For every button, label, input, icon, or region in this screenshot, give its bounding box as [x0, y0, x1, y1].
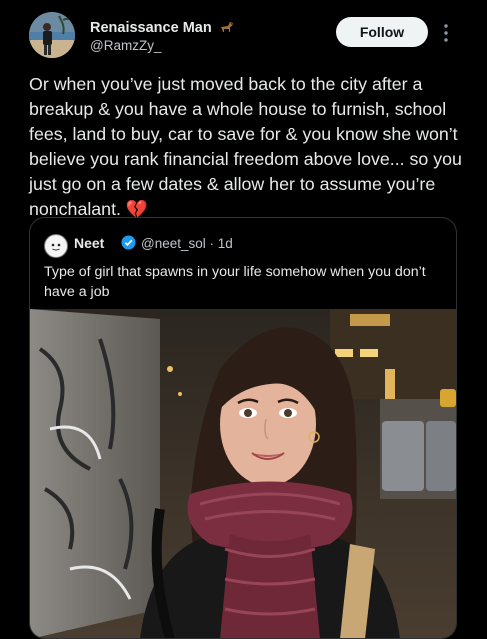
quoted-post-photo[interactable]	[30, 309, 456, 638]
meta-separator: ·	[209, 236, 215, 251]
author-avatar[interactable]	[29, 12, 75, 58]
quoted-post-time[interactable]: 1d	[218, 236, 233, 251]
quoted-post-card[interactable]: Neet @neet_sol · 1d Type of girl that sp…	[29, 217, 457, 639]
author-handle[interactable]: @RamzZy_	[90, 38, 161, 53]
blue-verified-badge-icon	[121, 235, 136, 250]
quoted-author-name[interactable]: Neet	[74, 235, 104, 251]
author-name-text: Renaissance Man	[90, 20, 212, 36]
quoted-author-avatar[interactable]	[44, 234, 68, 258]
quoted-author-handle[interactable]: @neet_sol	[141, 236, 206, 251]
post-header: Renaissance Man @RamzZy_ Follow	[0, 0, 487, 72]
post-text: Or when you’ve just moved back to the ci…	[29, 74, 462, 219]
horse-emoji-icon	[219, 20, 235, 38]
follow-button[interactable]: Follow	[336, 17, 428, 47]
quoted-post-text: Type of girl that spawns in your life so…	[44, 264, 426, 300]
vertical-ellipsis-icon[interactable]	[440, 22, 452, 44]
quoted-post-meta: @neet_sol · 1d	[141, 236, 233, 251]
author-display-name[interactable]: Renaissance Man	[90, 20, 235, 38]
